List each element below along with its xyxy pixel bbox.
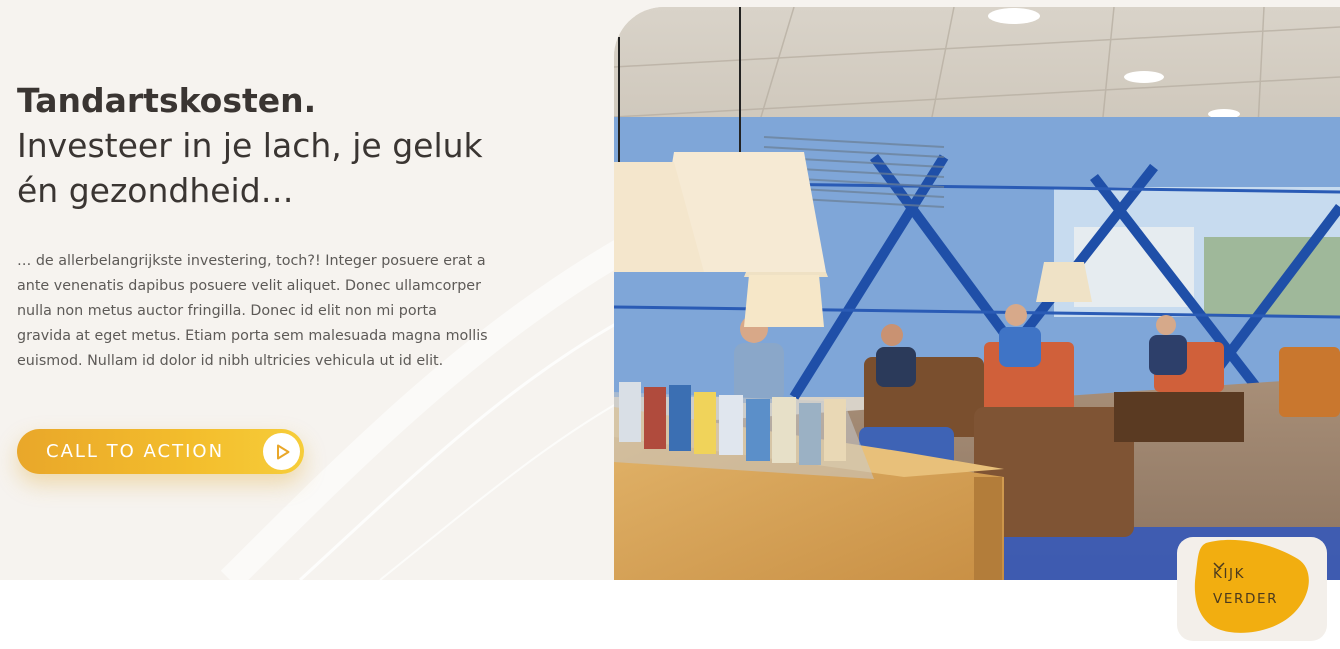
headline-bold: Tandartskosten. — [17, 81, 317, 120]
scroll-down-button[interactable]: KIJK VERDER — [1194, 537, 1310, 635]
waiting-room-photo — [614, 7, 1340, 580]
scroll-hint-line2: VERDER — [1213, 591, 1279, 607]
page-title: Tandartskosten. Investeer in je lach, je… — [17, 78, 487, 213]
scroll-hint-label: KIJK VERDER — [1213, 562, 1303, 612]
intro-paragraph: … de allerbelangrijkste investering, toc… — [17, 253, 488, 369]
call-to-action-label: CALL TO ACTION — [46, 441, 225, 462]
call-to-action-button[interactable]: CALL TO ACTION — [17, 429, 304, 474]
headline-subtitle: Investeer in je lach, je geluk én gezond… — [17, 126, 483, 210]
play-circle-icon — [263, 433, 300, 470]
hero-section: Tandartskosten. Investeer in je lach, je… — [0, 0, 1340, 580]
